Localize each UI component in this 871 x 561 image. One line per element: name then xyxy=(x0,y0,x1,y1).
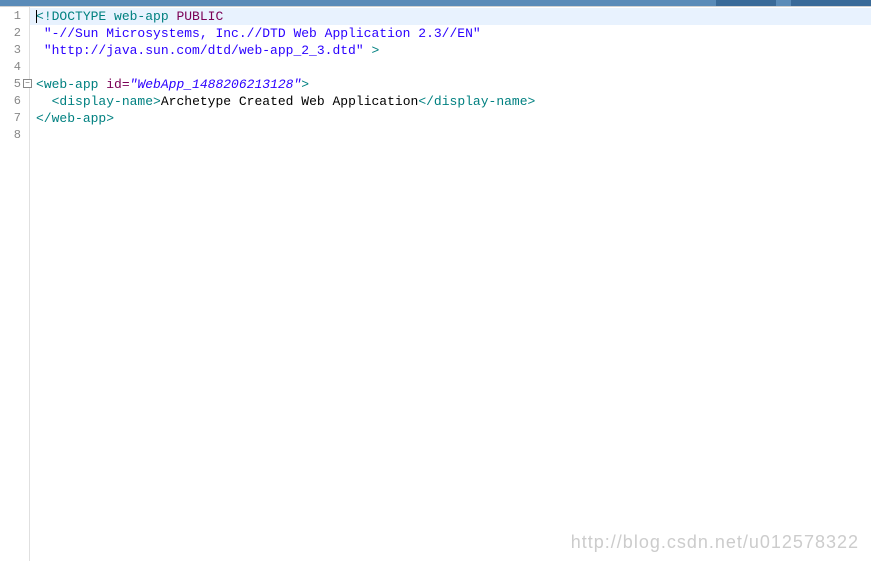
code-line[interactable] xyxy=(36,127,871,144)
code-token: display-name xyxy=(434,94,528,109)
code-token: > xyxy=(106,111,114,126)
code-token: Archetype Created Web Application xyxy=(161,94,418,109)
text-cursor xyxy=(36,10,37,23)
code-token: web-app xyxy=(52,111,107,126)
code-token: id= xyxy=(98,77,129,92)
line-number[interactable]: 2 xyxy=(0,25,29,42)
code-line[interactable]: <web-app id="WebApp_1488206213128"> xyxy=(36,76,871,93)
code-line[interactable]: "http://java.sun.com/dtd/web-app_2_3.dtd… xyxy=(36,42,871,59)
watermark-text: http://blog.csdn.net/u012578322 xyxy=(571,532,859,553)
line-number[interactable]: 5− xyxy=(0,76,29,93)
code-token: < xyxy=(36,9,44,24)
code-token: PUBLIC xyxy=(169,9,224,24)
window-topbar xyxy=(0,0,871,6)
code-token: > xyxy=(153,94,161,109)
line-number[interactable]: 4 xyxy=(0,59,29,76)
line-number[interactable]: 8 xyxy=(0,127,29,144)
code-line[interactable]: "-//Sun Microsystems, Inc.//DTD Web Appl… xyxy=(36,25,871,42)
code-line[interactable]: <display-name>Archetype Created Web Appl… xyxy=(36,93,871,110)
code-token: > xyxy=(301,77,309,92)
code-token: > xyxy=(364,43,380,58)
code-token: !DOCTYPE web-app xyxy=(44,9,169,24)
line-number[interactable]: 6 xyxy=(0,93,29,110)
code-line[interactable]: </web-app> xyxy=(36,110,871,127)
code-line[interactable] xyxy=(36,59,871,76)
topbar-segment xyxy=(791,0,871,6)
code-token: "http://java.sun.com/dtd/web-app_2_3.dtd… xyxy=(44,43,364,58)
code-token: > xyxy=(528,94,536,109)
code-token: < xyxy=(36,77,44,92)
code-token: </ xyxy=(36,111,52,126)
editor-container: 1 2 3 4 5− 6 7 8 <!DOCTYPE web-app PUBLI… xyxy=(0,6,871,561)
code-indent xyxy=(36,94,52,109)
topbar-segment xyxy=(716,0,776,6)
line-number-gutter[interactable]: 1 2 3 4 5− 6 7 8 xyxy=(0,7,30,561)
code-editor-area[interactable]: <!DOCTYPE web-app PUBLIC "-//Sun Microsy… xyxy=(30,7,871,561)
code-token: </ xyxy=(418,94,434,109)
code-token: display-name xyxy=(59,94,153,109)
code-token: web-app xyxy=(44,77,99,92)
code-token: "-//Sun Microsystems, Inc.//DTD Web Appl… xyxy=(44,26,481,41)
code-token: "WebApp_1488206213128" xyxy=(130,77,302,92)
code-line[interactable]: <!DOCTYPE web-app PUBLIC xyxy=(30,8,871,25)
line-number[interactable]: 1 xyxy=(0,8,29,25)
line-number[interactable]: 3 xyxy=(0,42,29,59)
line-number[interactable]: 7 xyxy=(0,110,29,127)
